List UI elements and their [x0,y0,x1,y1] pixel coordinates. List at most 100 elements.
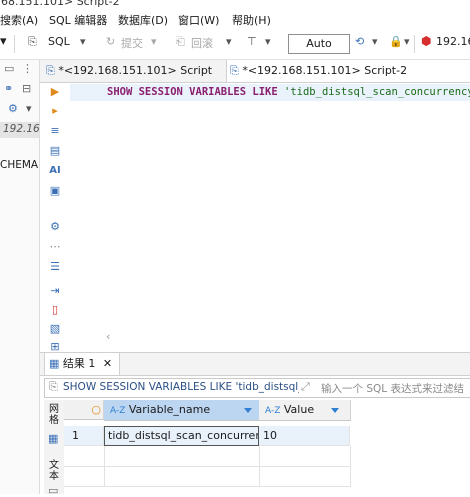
column-label: Variable_name [128,403,211,416]
grid-view-tab[interactable]: 网格 [48,404,60,426]
toolbar-separator [14,35,15,53]
panel-icon[interactable]: ▭ [48,484,58,497]
sql-button[interactable]: SQL [48,35,70,48]
results-tab-bar: ▦ 结果 1 ✕ [40,352,470,376]
sql-dropdown-icon[interactable]: ▾ [80,35,86,48]
commit-icon: ↻ [106,35,116,48]
sql-string-literal: 'tidb_distsql_scan_concurrency [284,86,470,98]
editor-action-gutter: ▶ ▸ ≡ ▤ AI ▣ ⚙ ⋯ ☰ ⇥ ▯ ▧ ⊞ [40,83,70,353]
column-filter-icon[interactable] [244,408,252,413]
row-number-header[interactable]: ○ [64,400,104,420]
column-header-value[interactable]: A-Z Value [259,400,351,421]
filter-icon[interactable]: ▭ [4,62,14,75]
more-dots-icon: ⋯ [49,240,61,253]
transaction-mode-select[interactable]: Auto [288,34,350,54]
query-icon: ⎘ [49,380,58,393]
column-label: Value [283,403,315,416]
editor-tab-bar: ⎘ *<192.168.151.101> Script ⎘ *<192.168.… [40,60,470,83]
execute-in-new-tab-icon[interactable]: ▸ [49,105,61,117]
connection-tree-item[interactable]: 192.16 [3,123,40,135]
editor-horizontal-scrollbar[interactable]: ‹ [100,330,470,344]
sql-keywords: SHOW SESSION VARIABLES LIKE [107,86,278,98]
menu-sql-editor[interactable]: SQL 编辑器 [49,12,107,28]
settings-icon[interactable]: ⚙ [49,221,61,233]
transaction-log-dropdown-icon[interactable]: ▾ [372,35,378,48]
empty-grid-cell [259,446,351,467]
database-connection-icon: ⬢ [421,34,432,48]
grid-icon: ▦ [49,357,60,370]
expand-icon[interactable]: ⤢ [301,380,310,394]
sql-editor[interactable]: SHOW SESSION VARIABLES LIKE 'tidb_distsq… [70,83,470,345]
more-icon[interactable]: ⋮ [22,62,33,75]
explain-plan-icon[interactable]: ▤ [49,145,61,157]
text-view-tab[interactable]: 文本 [48,460,60,482]
terminal-icon[interactable]: ▣ [49,185,61,197]
save-file-icon[interactable]: ▧ [49,323,61,335]
sql-statement[interactable]: SHOW SESSION VARIABLES LIKE 'tidb_distsq… [107,86,470,98]
type-badge: A-Z [110,406,126,416]
execute-statement-icon[interactable]: ▶ [49,86,61,98]
rollback-icon: ⎗ [176,35,185,48]
menu-help[interactable]: 帮助(H) [232,12,271,28]
results-view-switcher: 网格 ▦ 文本 ▭ [44,400,65,497]
menu-database[interactable]: 数据库(D) [118,12,168,28]
tab-label: *<192.168.151.101> Script [58,64,213,77]
close-icon[interactable]: ✕ [103,357,112,370]
tab-script[interactable]: ⎘ *<192.168.151.101> Script [46,60,212,82]
scroll-left-icon[interactable]: ‹ [106,330,110,343]
cell-value[interactable]: 10 [259,426,350,446]
toolbar-dropdown-icon[interactable]: ▾ [0,34,7,49]
transaction-log-icon[interactable]: ⟲ [355,35,364,48]
export-icon[interactable]: ⇥ [49,285,61,297]
column-filter-icon[interactable] [331,408,339,413]
toolbar-separator [414,35,415,53]
outline-icon[interactable]: ☰ [49,261,61,273]
script-icon: ⎘ [46,64,55,77]
row-header-icon: ○ [91,403,101,416]
script-icon: ⎘ [230,64,239,77]
schema-tree-item[interactable]: CHEMA [0,159,38,171]
main-toolbar: ▾ ⎘ SQL ▾ ↻ 提交 ▾ ⎗ 回滚 ▾ ⊤ ▾ Auto ⟲ ▾ 🔒 ▾… [0,29,470,60]
results-grid: ○ A-Z Variable_name A-Z Value 1 tidb_dis… [64,400,470,494]
filter-input[interactable]: 输入一个 SQL 表达式来过滤结 [321,381,464,396]
settings-icon[interactable]: ⚙ [8,102,18,115]
empty-grid-cell [64,446,105,467]
lock-dropdown-icon[interactable]: ▾ [404,35,410,48]
column-header-variable-name[interactable]: A-Z Variable_name [104,400,260,421]
lock-icon[interactable]: 🔒 [389,35,403,48]
ai-assistant-icon[interactable]: AI [49,165,61,177]
collapse-icon[interactable]: ⊟ [22,82,31,95]
sql-editor-icon: ⎘ [28,35,37,48]
cell-variable-name[interactable]: tidb_distsql_scan_concurrency [104,426,275,446]
execute-script-icon[interactable]: ≡ [49,125,61,137]
commit-button[interactable]: 提交 [121,35,143,51]
tab-label: *<192.168.151.101> Script-2 [242,64,408,77]
tab-script-2[interactable]: ⎘ *<192.168.151.101> Script-2 [226,60,470,82]
commit-dropdown-icon[interactable]: ▾ [151,35,157,48]
empty-grid-cell [259,466,351,487]
database-navigator: ▭ ⋮ ⚭ ⊟ ⚙ ▾ 192.16 CHEMA [0,60,40,494]
transaction-settings-icon[interactable]: ⊤ [247,35,257,48]
menu-bar: 搜索(A) SQL 编辑器 数据库(D) 窗口(W) 帮助(H) [0,9,470,29]
menu-window[interactable]: 窗口(W) [178,12,219,28]
window-title: 168.151.101> Script-2 [0,0,120,8]
grid-icon[interactable]: ▦ [48,432,58,445]
empty-grid-cell [104,446,260,467]
filter-query-text: SHOW SESSION VARIABLES LIKE 'tidb_distsq… [63,381,299,393]
rollback-dropdown-icon[interactable]: ▾ [226,35,232,48]
results-filter-bar: ⎘ SHOW SESSION VARIABLES LIKE 'tidb_dist… [44,378,470,398]
menu-search[interactable]: 搜索(A) [0,12,38,28]
type-badge: A-Z [265,406,281,416]
transaction-dropdown-icon[interactable]: ▾ [265,35,271,48]
results-tab-label: 结果 1 [62,357,96,370]
empty-grid-cell [104,466,260,487]
connection-label[interactable]: 192.16 [436,35,470,48]
tab-results-1[interactable]: ▦ 结果 1 ✕ [44,353,120,375]
dropdown-icon[interactable]: ▾ [26,102,32,115]
rollback-button[interactable]: 回滚 [191,35,213,51]
link-icon[interactable]: ⚭ [4,82,13,95]
row-number[interactable]: 1 [64,426,104,446]
empty-grid-cell [64,466,105,487]
load-file-icon[interactable]: ▯ [49,304,61,316]
window-title-bar: 168.151.101> Script-2 [0,0,470,9]
